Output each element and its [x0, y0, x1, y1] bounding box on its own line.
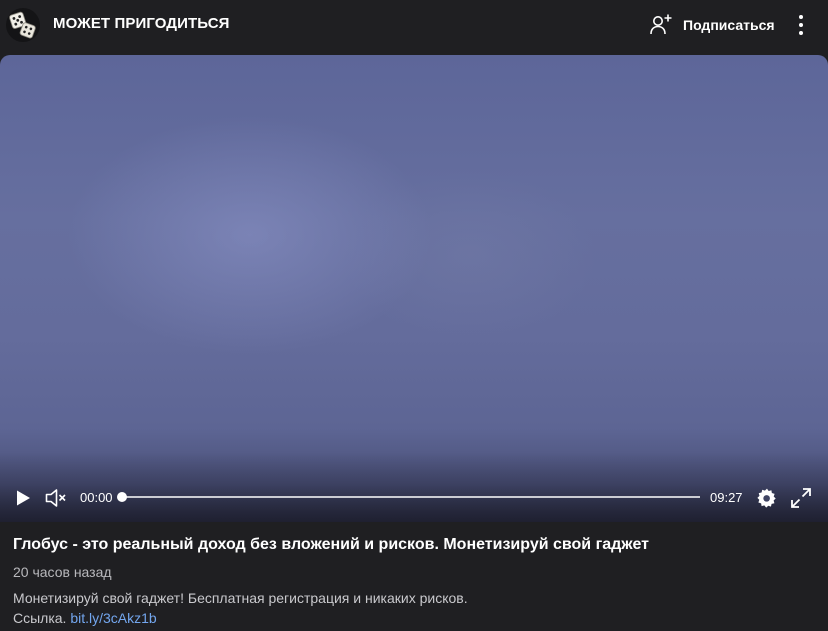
mute-button[interactable]	[44, 487, 68, 509]
expand-icon	[791, 488, 811, 508]
channel-name[interactable]: МОЖЕТ ПРИГОДИТЬСЯ	[53, 15, 230, 32]
video-player[interactable]: 00:00 09:27	[0, 55, 828, 522]
subscribe-label: Подписаться	[683, 17, 775, 33]
gear-icon	[757, 488, 776, 508]
dice-icon	[9, 11, 36, 39]
progress-knob[interactable]	[117, 492, 127, 502]
video-info: Глобус - это реальный доход без вложений…	[0, 522, 828, 631]
progress-bar[interactable]	[117, 492, 700, 502]
add-user-icon	[650, 14, 672, 35]
vertical-dots-icon	[799, 15, 803, 35]
link-line: Ссылка. bit.ly/3cAkz1b	[13, 610, 157, 626]
channel-avatar[interactable]	[6, 8, 40, 42]
more-options-button[interactable]	[790, 12, 812, 38]
play-icon	[17, 490, 30, 506]
subscribe-button[interactable]: Подписаться	[648, 12, 775, 38]
play-button[interactable]	[12, 487, 34, 509]
fullscreen-button[interactable]	[789, 487, 813, 509]
speaker-muted-icon	[45, 489, 66, 507]
channel-header: МОЖЕТ ПРИГОДИТЬСЯ Подписаться	[0, 0, 828, 52]
settings-button[interactable]	[755, 487, 779, 509]
video-description: Монетизируй свой гаджет! Бесплатная реги…	[13, 590, 468, 606]
link-prefix: Ссылка.	[13, 610, 67, 626]
controls-gradient	[0, 452, 828, 522]
description-link[interactable]: bit.ly/3cAkz1b	[70, 610, 156, 626]
posted-time: 20 часов назад	[13, 564, 112, 580]
current-time: 00:00	[80, 490, 113, 505]
duration: 09:27	[710, 490, 743, 505]
app-window: МОЖЕТ ПРИГОДИТЬСЯ Подписаться 00:00 09:2…	[0, 0, 828, 631]
video-title: Глобус - это реальный доход без вложений…	[13, 536, 649, 553]
